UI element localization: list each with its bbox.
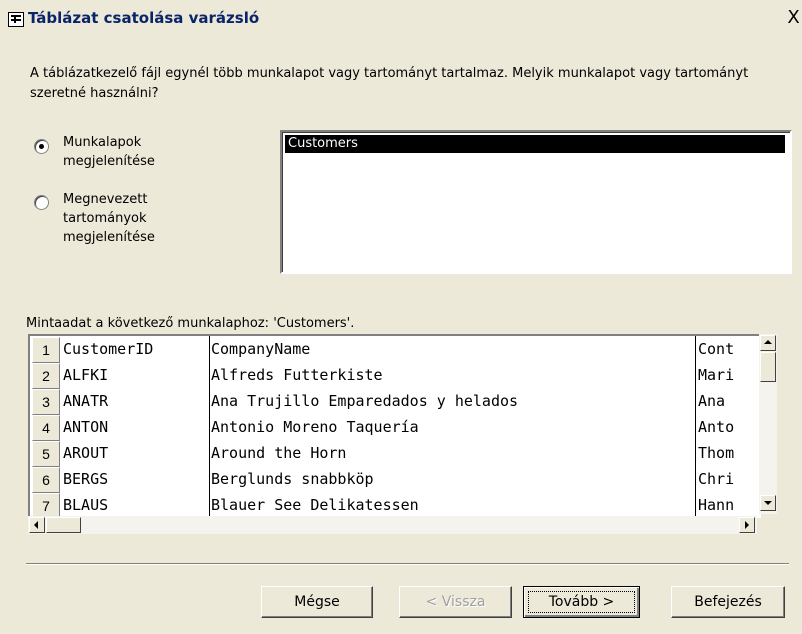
sample-data-caption: Mintaadat a következő munkalaphoz: 'Cust… [26, 316, 355, 331]
back-button[interactable]: < Vissza [399, 586, 512, 618]
instruction-text: A táblázatkezelő fájl egynél több munkal… [30, 66, 749, 101]
table-row: 2 ALFKI Alfreds Futterkiste Mari [30, 362, 759, 389]
option-label-line: tartományok [63, 211, 147, 226]
table-row: 1 CustomerID CompanyName Cont [30, 336, 759, 363]
cell-contact: Thom [698, 444, 735, 462]
scroll-up-button[interactable] [760, 335, 776, 351]
table-row: 6 BERGS Berglunds snabbköp Chri [30, 466, 759, 493]
radio-show-worksheets[interactable] [34, 139, 49, 154]
cell-company-name: CompanyName [211, 340, 311, 358]
row-number: 6 [32, 467, 60, 493]
close-button[interactable]: X [785, 7, 802, 29]
worksheet-item-customers[interactable]: Customers [285, 135, 785, 153]
option-label-line: Munkalapok [63, 135, 142, 150]
cell-company-name: Ana Trujillo Emparedados y helados [211, 392, 519, 410]
cell-contact: Cont [698, 340, 735, 358]
cell-contact: Anto [698, 418, 735, 436]
table-row: 3 ANATR Ana Trujillo Emparedados y helad… [30, 388, 759, 415]
cell-contact: Mari [698, 366, 735, 384]
cell-company-name: Blauer See Delikatessen [211, 496, 419, 514]
cell-company-name: Berglunds snabbköp [211, 470, 374, 488]
row-number: 3 [32, 389, 60, 415]
scroll-thumb[interactable] [46, 517, 81, 533]
finish-button-label: Befejezés [694, 594, 762, 610]
cell-company-name: Antonio Moreno Taquería [211, 418, 419, 436]
cell-contact: Ana [698, 392, 726, 410]
next-button[interactable]: Tovább > [523, 586, 640, 618]
column-divider[interactable] [209, 336, 210, 516]
radio-show-named-ranges-label[interactable]: Megnevezett tartományok megjelenítése [63, 190, 155, 247]
option-label-line: Megnevezett [63, 192, 148, 207]
table-icon [8, 12, 24, 27]
row-number: 4 [32, 415, 60, 441]
scroll-left-button[interactable] [29, 517, 45, 533]
next-button-label: Tovább > [548, 594, 615, 610]
cell-customer-id: AROUT [63, 444, 109, 462]
cell-customer-id: CustomerID [63, 340, 154, 358]
cancel-button[interactable]: Mégse [261, 586, 373, 618]
cell-company-name: Around the Horn [211, 444, 347, 462]
cell-customer-id: ANATR [63, 392, 109, 410]
cell-customer-id: BERGS [63, 470, 109, 488]
window-title: Táblázat csatolása varázsló [28, 9, 260, 27]
finish-button[interactable]: Befejezés [671, 586, 785, 618]
radio-show-named-ranges[interactable] [34, 195, 49, 210]
cell-customer-id: ALFKI [63, 366, 109, 384]
cell-customer-id: BLAUS [63, 496, 109, 514]
cell-contact: Hann [698, 496, 735, 514]
scroll-down-button[interactable] [760, 495, 776, 511]
cell-contact: Chri [698, 470, 735, 488]
row-number: 2 [32, 363, 60, 389]
radio-show-worksheets-label[interactable]: Munkalapok megjelenítése [63, 133, 155, 171]
row-number: 7 [32, 493, 60, 516]
back-button-label: < Vissza [425, 594, 486, 610]
scroll-right-button[interactable] [739, 517, 755, 533]
cell-customer-id: ANTON [63, 418, 109, 436]
option-label-line: megjelenítése [63, 154, 155, 169]
scroll-thumb[interactable] [760, 352, 776, 382]
worksheet-list[interactable]: Customers [280, 130, 792, 274]
table-row: 4 ANTON Antonio Moreno Taquería Anto [30, 414, 759, 441]
vertical-scrollbar[interactable] [759, 334, 777, 514]
row-number: 1 [32, 337, 60, 363]
cancel-button-label: Mégse [294, 594, 340, 610]
cell-company-name: Alfreds Futterkiste [211, 366, 383, 384]
horizontal-scrollbar[interactable] [28, 516, 757, 534]
table-row: 5 AROUT Around the Horn Thom [30, 440, 759, 467]
table-row: 7 BLAUS Blauer See Delikatessen Hann [30, 492, 759, 516]
option-label-line: megjelenítése [63, 230, 155, 245]
title-bar: Táblázat csatolása varázsló X [0, 0, 802, 38]
separator [26, 563, 789, 565]
row-number: 5 [32, 441, 60, 467]
column-divider[interactable] [695, 336, 696, 516]
sample-data-grid[interactable]: 1 CustomerID CompanyName Cont 2 ALFKI Al… [28, 334, 761, 518]
